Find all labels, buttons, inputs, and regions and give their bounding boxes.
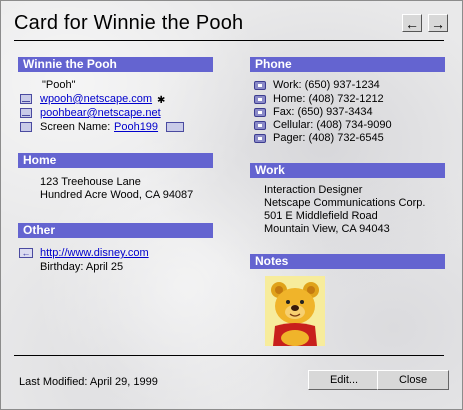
footer-divider [14,355,444,356]
phone-icon [254,81,266,90]
email-link-secondary[interactable]: poohbear@netscape.net [40,107,161,120]
screen-name-link[interactable]: Pooh199 [114,121,158,134]
header-divider [14,40,444,41]
section-header-phone: Phone [250,57,445,72]
edit-button[interactable]: Edit... [308,370,380,390]
screen-name-label: Screen Name: [40,121,111,133]
website-link[interactable]: http://www.disney.com [40,247,149,260]
work-line-1: Interaction Designer [264,184,363,196]
section-header-work: Work [250,163,445,178]
phone-home: Home: (408) 732-1212 [273,93,384,105]
email-icon [20,108,32,118]
birthday: Birthday: April 25 [40,261,124,273]
nickname: "Pooh" [42,79,76,91]
email-icon [20,94,32,104]
phone-pager: Pager: (408) 732-6545 [273,132,384,144]
phone-icon [254,134,266,143]
back-button[interactable]: ← [402,14,422,32]
forward-button[interactable]: → [428,14,448,32]
web-link-icon: ← [19,248,33,258]
phone-work: Work: (650) 937-1234 [273,79,380,91]
work-line-4: Mountain View, CA 94043 [264,223,390,235]
page-title: Card for Winnie the Pooh [14,12,244,34]
phone-cellular: Cellular: (408) 734-9090 [273,119,392,131]
work-line-2: Netscape Communications Corp. [264,197,426,209]
winnie-the-pooh-picture [265,276,325,346]
phone-icon [254,108,266,117]
phone-icon [254,121,266,130]
section-header-home: Home [18,153,213,168]
home-address-line-1: 123 Treehouse Lane [40,176,141,188]
email-link-primary[interactable]: wpooh@netscape.com [40,93,152,106]
section-header-other: Other [18,223,213,238]
section-header-notes: Notes [250,254,445,269]
primary-email-marker: ✱ [157,95,166,106]
phone-fax: Fax: (650) 937-3434 [273,106,373,118]
home-address-line-2: Hundred Acre Wood, CA 94087 [40,189,194,201]
close-button[interactable]: Close [377,370,449,390]
last-modified: Last Modified: April 29, 1999 [19,376,158,388]
buddy-icon[interactable] [166,122,184,132]
screen-name-icon [20,122,32,132]
section-header-contact: Winnie the Pooh [18,57,213,72]
work-line-3: 501 E Middlefield Road [264,210,378,222]
phone-icon [254,95,266,104]
